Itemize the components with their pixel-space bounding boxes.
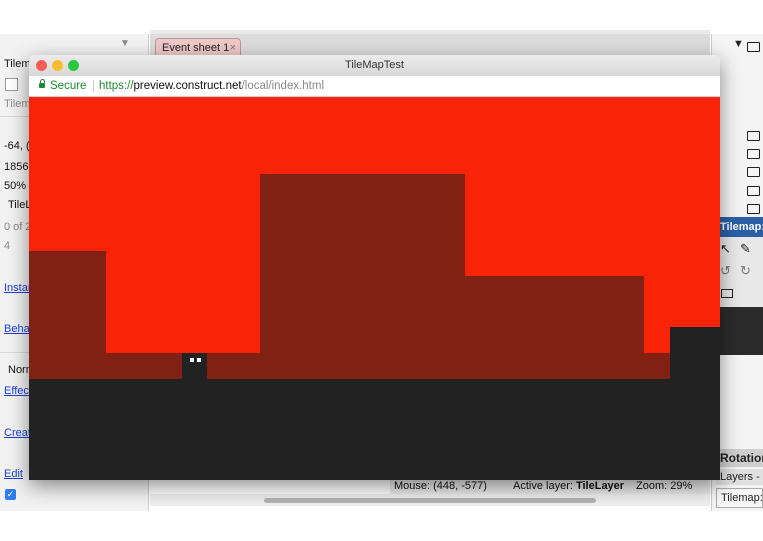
url-path: /local/index.html bbox=[241, 80, 325, 92]
tile-mid-block bbox=[465, 276, 644, 381]
effects-link[interactable]: Effec bbox=[4, 385, 29, 397]
browser-window: TileMapTest Secure https://preview.const… bbox=[29, 55, 720, 480]
folder-icon[interactable] bbox=[747, 186, 760, 196]
expand-arrow-icon[interactable]: ▼ bbox=[733, 38, 744, 50]
url-text[interactable]: https://preview.construct.net/local/inde… bbox=[99, 76, 324, 96]
window-title: TileMapTest bbox=[345, 59, 404, 71]
player-eye bbox=[190, 358, 194, 362]
url-protocol: https:// bbox=[99, 80, 134, 92]
player-character[interactable] bbox=[182, 353, 207, 381]
mouse-position: Mouse: (448, -577) bbox=[394, 480, 487, 492]
prop-layer-value[interactable]: TileL bbox=[8, 199, 31, 211]
folder-icon[interactable] bbox=[721, 289, 733, 298]
address-bar[interactable]: Secure https://preview.construct.net/loc… bbox=[29, 76, 720, 97]
active-layer-status: Active layer: TileLayer bbox=[513, 478, 624, 494]
tile-ground bbox=[29, 379, 720, 480]
tile-right-pillar bbox=[670, 327, 720, 381]
pencil-tool-icon[interactable]: ✎ bbox=[740, 241, 751, 257]
tilemap-tab-button[interactable]: Tilemap: bbox=[716, 488, 763, 508]
layers-tab[interactable]: Layers - bbox=[716, 469, 763, 485]
active-layer-value: TileLayer bbox=[575, 480, 625, 492]
cursor-tool-icon[interactable]: ↖ bbox=[720, 241, 731, 257]
prop-size-value[interactable]: 1856 bbox=[4, 161, 28, 173]
game-canvas[interactable] bbox=[29, 97, 720, 480]
tab-event-sheet[interactable]: Event sheet 1 × bbox=[155, 38, 241, 56]
behaviors-link[interactable]: Beha bbox=[4, 323, 30, 335]
edit-link[interactable]: Edit bbox=[4, 468, 23, 480]
address-divider bbox=[93, 80, 94, 92]
folder-icon[interactable] bbox=[747, 204, 760, 214]
top-strip bbox=[0, 0, 763, 34]
rotate-cw-icon[interactable]: ↻ bbox=[740, 263, 751, 279]
url-host: preview.construct.net bbox=[133, 80, 242, 92]
player-eye bbox=[197, 358, 201, 362]
tile-tall-block bbox=[260, 174, 465, 381]
tile-step bbox=[644, 353, 670, 381]
prop-name-value[interactable]: Tilem bbox=[4, 58, 30, 70]
window-titlebar[interactable]: TileMapTest bbox=[29, 55, 720, 77]
folder-icon[interactable] bbox=[747, 167, 760, 177]
tilemap-tools: ↖ ✎ ↺ ↻ bbox=[718, 237, 763, 307]
folder-icon[interactable] bbox=[747, 131, 760, 141]
active-layer-label: Active layer: bbox=[513, 480, 576, 492]
tilemap-tile-preview[interactable] bbox=[718, 307, 763, 355]
prop-opacity-value[interactable]: 50% bbox=[4, 180, 26, 192]
rotation-header: Rotation bbox=[718, 449, 763, 467]
prop-index-value: 0 of 2 bbox=[4, 221, 32, 233]
folder-icon[interactable] bbox=[747, 42, 760, 52]
checked-checkbox[interactable]: ✓ bbox=[5, 489, 16, 500]
scrollbar-thumb[interactable] bbox=[264, 498, 596, 503]
tab-label: Event sheet 1 bbox=[162, 42, 230, 54]
secure-label: Secure bbox=[50, 80, 87, 92]
tilemap-bar-header: Tilemap: T bbox=[718, 217, 763, 237]
tile-hill-left bbox=[29, 251, 106, 381]
create-link[interactable]: Creat bbox=[4, 427, 31, 439]
panel-collapse-icon[interactable]: ▼ bbox=[120, 38, 130, 49]
secure-indicator[interactable]: Secure bbox=[39, 76, 86, 96]
prop-uid-value: 4 bbox=[4, 240, 11, 252]
zoom-status: Zoom: 29% bbox=[636, 480, 693, 492]
prop-checkbox[interactable] bbox=[5, 78, 18, 91]
rotate-ccw-icon[interactable]: ↺ bbox=[720, 263, 731, 279]
status-bar: Mouse: (448, -577) Active layer: TileLay… bbox=[390, 478, 710, 494]
prop-plugin-value: Tilem bbox=[4, 98, 31, 110]
folder-icon[interactable] bbox=[747, 149, 760, 159]
prop-position-value[interactable]: -64, ( bbox=[4, 140, 30, 152]
lock-icon bbox=[39, 79, 45, 88]
